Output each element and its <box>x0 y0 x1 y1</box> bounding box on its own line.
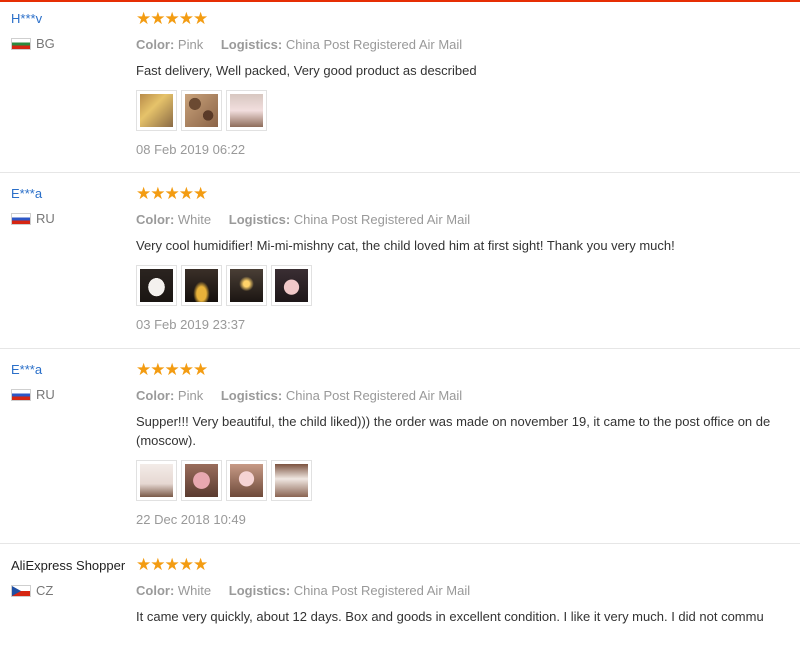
review-photos <box>136 90 800 131</box>
review-photo-thumbnail[interactable] <box>181 265 222 306</box>
review-text-line: Supper!!! Very beautiful, the child like… <box>136 414 771 429</box>
star-rating: ★★★★★ <box>136 555 208 574</box>
flag-bg-icon <box>11 37 31 50</box>
logistics-label: Logistics: <box>228 583 291 598</box>
review-photo-thumbnail[interactable] <box>271 265 312 306</box>
review-text: Supper!!! Very beautiful, the child like… <box>136 412 800 450</box>
reviewer-country: RU <box>11 387 55 402</box>
color-value: White <box>177 212 212 227</box>
country-code: BG <box>36 36 55 51</box>
reviewer-info: H***v BG <box>11 11 55 51</box>
review-text: Fast delivery, Well packed, Very good pr… <box>136 63 477 78</box>
logistics-value: China Post Registered Air Mail <box>293 212 471 227</box>
review-content: ★★★★★ Color: Pink Logistics: China Post … <box>136 361 800 527</box>
review-attributes: Color: Pink Logistics: China Post Regist… <box>136 37 800 52</box>
review-item: AliExpress Shopper CZ ★★★★★ Color: White… <box>0 543 800 663</box>
country-code: RU <box>36 211 55 226</box>
logistics-label: Logistics: <box>228 212 291 227</box>
logistics-value: China Post Registered Air Mail <box>285 388 463 403</box>
reviewer-country: CZ <box>11 583 125 598</box>
star-rating: ★★★★★ <box>136 360 208 379</box>
review-content: ★★★★★ Color: Pink Logistics: China Post … <box>136 10 800 157</box>
review-item: H***v BG ★★★★★ Color: Pink Logistics: Ch… <box>0 2 800 173</box>
color-label: Color: <box>136 212 175 227</box>
flag-ru-icon <box>11 388 31 401</box>
review-photo-thumbnail[interactable] <box>271 460 312 501</box>
reviewer-info: AliExpress Shopper CZ <box>11 558 125 598</box>
review-item: E***a RU ★★★★★ Color: White Logistics: C… <box>0 172 800 349</box>
review-photo-thumbnail[interactable] <box>226 460 267 501</box>
review-text-line: (moscow). <box>136 433 196 448</box>
review-photo-thumbnail[interactable] <box>136 90 177 131</box>
color-value: Pink <box>177 37 204 52</box>
logistics-value: China Post Registered Air Mail <box>285 37 463 52</box>
reviewer-name[interactable]: H***v <box>11 11 55 26</box>
review-photo-thumbnail[interactable] <box>226 90 267 131</box>
reviewer-info: E***a RU <box>11 362 55 402</box>
review-attributes: Color: Pink Logistics: China Post Regist… <box>136 388 800 403</box>
review-content: ★★★★★ Color: White Logistics: China Post… <box>136 185 800 332</box>
reviewer-country: RU <box>11 211 55 226</box>
logistics-label: Logistics: <box>220 388 283 403</box>
review-item: E***a RU ★★★★★ Color: Pink Logistics: Ch… <box>0 348 800 544</box>
reviewer-name[interactable]: E***a <box>11 362 55 377</box>
star-rating: ★★★★★ <box>136 184 208 203</box>
star-rating: ★★★★★ <box>136 9 208 28</box>
country-code: RU <box>36 387 55 402</box>
review-photos <box>136 460 800 501</box>
review-photo-thumbnail[interactable] <box>181 460 222 501</box>
flag-ru-icon <box>11 212 31 225</box>
reviewer-info: E***a RU <box>11 186 55 226</box>
reviewer-country: BG <box>11 36 55 51</box>
review-attributes: Color: White Logistics: China Post Regis… <box>136 212 800 227</box>
reviewer-name[interactable]: AliExpress Shopper <box>11 558 125 573</box>
color-value: White <box>177 583 212 598</box>
review-photo-thumbnail[interactable] <box>226 265 267 306</box>
review-photo-thumbnail[interactable] <box>136 460 177 501</box>
color-value: Pink <box>177 388 204 403</box>
review-date: 03 Feb 2019 23:37 <box>136 317 246 332</box>
logistics-label: Logistics: <box>220 37 283 52</box>
color-label: Color: <box>136 37 175 52</box>
review-text: Very cool humidifier! Mi-mi-mishny cat, … <box>136 238 675 253</box>
review-attributes: Color: White Logistics: China Post Regis… <box>136 583 800 598</box>
logistics-value: China Post Registered Air Mail <box>293 583 471 598</box>
review-photo-thumbnail[interactable] <box>136 265 177 306</box>
review-date: 08 Feb 2019 06:22 <box>136 142 246 157</box>
flag-cz-icon <box>11 584 31 597</box>
review-date: 22 Dec 2018 10:49 <box>136 512 246 527</box>
review-photos <box>136 265 800 306</box>
review-content: ★★★★★ Color: White Logistics: China Post… <box>136 556 800 626</box>
color-label: Color: <box>136 583 175 598</box>
review-photo-thumbnail[interactable] <box>181 90 222 131</box>
color-label: Color: <box>136 388 175 403</box>
country-code: CZ <box>36 583 54 598</box>
reviewer-name[interactable]: E***a <box>11 186 55 201</box>
